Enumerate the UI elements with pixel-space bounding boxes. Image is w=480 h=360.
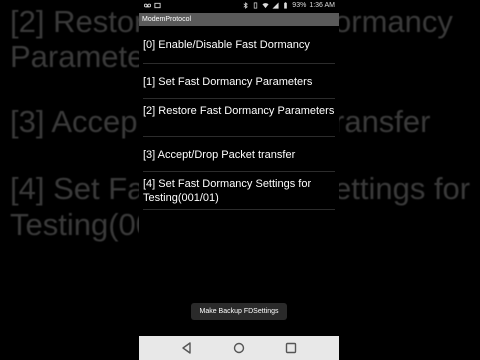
bg-text-line: [3] Accep <box>10 104 138 139</box>
bg-text-line: [4] Set Fas <box>10 171 160 206</box>
notification-icon <box>154 2 161 9</box>
divider <box>143 136 335 137</box>
back-icon[interactable] <box>180 341 194 355</box>
bg-text-line: ettings for <box>334 171 471 206</box>
voicemail-icon <box>144 3 151 8</box>
recent-apps-icon[interactable] <box>284 341 298 355</box>
battery-icon <box>284 2 288 9</box>
app-title-bar: ModemProtocol <box>139 13 339 26</box>
divider <box>143 98 335 99</box>
app-title: ModemProtocol <box>142 16 192 23</box>
divider <box>143 209 335 210</box>
bg-text-line: Testing(00 <box>10 207 154 242</box>
menu-item-set-fast-dormancy-parameters[interactable]: [1] Set Fast Dormancy Parameters <box>143 75 335 89</box>
navigation-bar <box>139 336 339 360</box>
signal-icon <box>272 2 279 9</box>
status-bar: 93% 1:36 AM <box>139 0 339 13</box>
clock: 1:36 AM <box>309 2 335 9</box>
divider <box>143 171 335 172</box>
wifi-icon <box>262 3 269 9</box>
menu-item-accept-drop-packet-transfer[interactable]: [3] Accept/Drop Packet transfer <box>143 148 335 162</box>
phone-screen: 93% 1:36 AM ModemProtocol [0] Enable/Dis… <box>139 0 339 360</box>
bg-text-line: ormancy <box>334 4 453 39</box>
toast-text: Make Backup FDSettings <box>199 308 279 315</box>
bluetooth-icon <box>243 2 249 9</box>
bg-text-line: Parameter <box>10 39 155 74</box>
menu-item-set-fast-dormancy-settings-testing[interactable]: [4] Set Fast Dormancy Settings for Testi… <box>143 177 335 205</box>
menu-item-restore-fast-dormancy-parameters[interactable]: [2] Restore Fast Dormancy Parameters <box>143 104 335 118</box>
battery-percent: 93% <box>292 2 307 9</box>
divider <box>143 63 335 64</box>
home-icon[interactable] <box>232 341 246 355</box>
toast-message: Make Backup FDSettings <box>191 303 287 320</box>
menu-item-enable-disable-fast-dormancy[interactable]: [0] Enable/Disable Fast Dormancy <box>143 38 335 52</box>
bg-text-line: ransfer <box>334 104 431 139</box>
vibrate-icon <box>254 2 258 9</box>
